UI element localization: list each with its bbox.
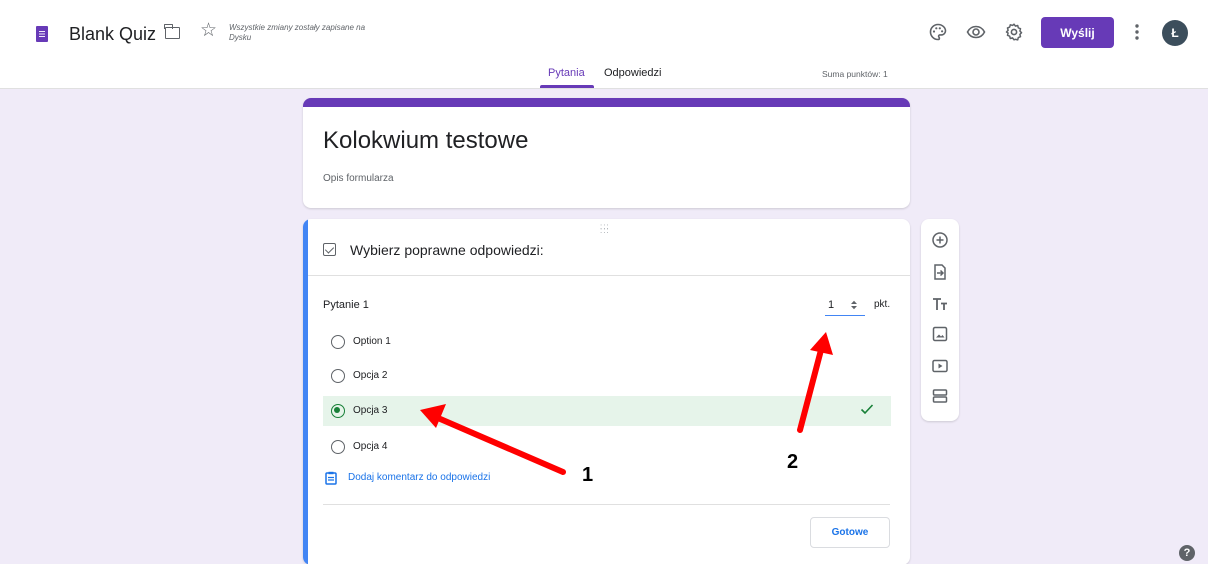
check-icon	[860, 404, 874, 415]
radio-button[interactable]	[331, 335, 345, 349]
option-label: Opcja 2	[353, 370, 388, 381]
star-icon[interactable]: ☆	[200, 21, 217, 40]
avatar[interactable]: Ł	[1162, 20, 1188, 46]
radio-button[interactable]	[331, 440, 345, 454]
send-button[interactable]: Wyślij	[1041, 17, 1114, 48]
points-total: Suma punktów: 1	[822, 69, 888, 79]
question-title: Pytanie 1	[323, 299, 369, 311]
stepper-icon[interactable]	[850, 299, 858, 311]
help-icon[interactable]: ?	[1179, 545, 1195, 561]
form-editor-area: Kolokwium testowe Opis formularza ::::::…	[0, 88, 1208, 564]
drag-handle-icon[interactable]: ::::::	[600, 223, 610, 235]
add-question-icon[interactable]	[931, 231, 949, 249]
palette-icon[interactable]	[928, 22, 948, 42]
option-2[interactable]: Opcja 2	[323, 361, 891, 391]
form-description[interactable]: Opis formularza	[323, 173, 394, 184]
import-questions-icon[interactable]	[931, 263, 949, 281]
divider	[308, 275, 910, 276]
annotation-number-1: 1	[582, 464, 594, 486]
option-4[interactable]: Opcja 4	[323, 432, 891, 462]
option-3-correct[interactable]: Opcja 3	[323, 396, 891, 426]
radio-button-selected[interactable]	[331, 404, 345, 418]
form-title[interactable]: Kolokwium testowe	[323, 127, 528, 155]
radio-button[interactable]	[331, 369, 345, 383]
top-bar: Blank Quiz ☆ Wszystkie zmiany zostały za…	[0, 0, 1208, 88]
section-icon[interactable]	[931, 387, 949, 405]
active-card-indicator	[303, 219, 308, 564]
tab-questions[interactable]: Pytania	[548, 67, 585, 79]
eye-icon[interactable]	[966, 22, 986, 42]
side-toolbar	[921, 219, 959, 421]
answer-key-header: Wybierz poprawne odpowiedzi:	[350, 242, 544, 258]
folder-icon[interactable]	[164, 24, 180, 39]
form-title-card[interactable]: Kolokwium testowe Opis formularza	[303, 98, 910, 208]
annotation-number-2: 2	[787, 451, 799, 473]
add-feedback-link[interactable]: Dodaj komentarz do odpowiedzi	[348, 472, 490, 483]
more-vert-icon[interactable]	[1133, 22, 1141, 42]
forms-logo-icon[interactable]	[36, 26, 48, 42]
option-label: Opcja 3	[353, 405, 388, 416]
gear-icon[interactable]	[1004, 22, 1024, 42]
save-status: Wszystkie zmiany zostały zapisane na Dys…	[229, 23, 366, 42]
option-label: Option 1	[353, 336, 391, 347]
question-card[interactable]: :::::: Wybierz poprawne odpowiedzi: Pyta…	[303, 219, 910, 564]
points-unit: pkt.	[874, 299, 891, 310]
title-text-icon[interactable]	[931, 295, 949, 313]
option-label: Opcja 4	[353, 441, 388, 452]
points-input[interactable]	[825, 294, 865, 316]
image-icon[interactable]	[931, 325, 949, 343]
divider	[323, 504, 890, 505]
checkbox-check-icon	[323, 243, 336, 256]
done-button[interactable]: Gotowe	[810, 517, 890, 548]
form-name[interactable]: Blank Quiz	[69, 24, 156, 45]
feedback-icon[interactable]	[325, 471, 337, 485]
option-1[interactable]: Option 1	[323, 327, 891, 357]
tab-responses[interactable]: Odpowiedzi	[604, 67, 661, 79]
video-icon[interactable]	[931, 357, 949, 375]
